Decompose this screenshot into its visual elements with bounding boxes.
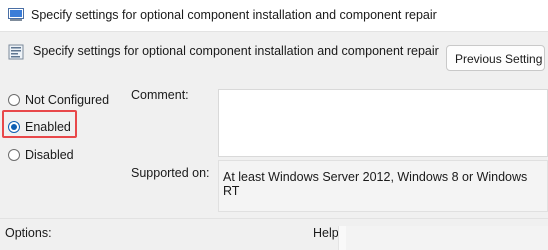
radio-not-configured[interactable]: Not Configured bbox=[8, 93, 109, 107]
previous-setting-button[interactable]: Previous Setting bbox=[446, 45, 545, 71]
radio-disabled[interactable]: Disabled bbox=[8, 148, 74, 162]
radio-circle[interactable] bbox=[8, 149, 20, 161]
radio-label: Not Configured bbox=[25, 93, 110, 107]
setting-page-icon bbox=[8, 44, 24, 60]
supported-on-value: At least Windows Server 2012, Windows 8 … bbox=[218, 160, 548, 212]
radio-circle[interactable] bbox=[8, 94, 20, 106]
help-pane bbox=[346, 226, 548, 250]
section-divider bbox=[0, 218, 548, 219]
policy-settings-icon bbox=[8, 8, 24, 21]
radio-enabled[interactable]: Enabled bbox=[8, 120, 71, 134]
setting-title: Specify settings for optional component … bbox=[33, 44, 439, 58]
title-bar: Specify settings for optional component … bbox=[0, 0, 548, 32]
radio-label: Disabled bbox=[25, 148, 74, 162]
window-title: Specify settings for optional component … bbox=[31, 8, 437, 22]
radio-circle[interactable] bbox=[8, 121, 20, 133]
comment-label: Comment: bbox=[131, 88, 189, 102]
supported-on-label: Supported on: bbox=[131, 166, 210, 180]
comment-textarea[interactable] bbox=[218, 89, 548, 157]
options-label: Options: bbox=[5, 226, 52, 240]
radio-label: Enabled bbox=[25, 120, 71, 134]
